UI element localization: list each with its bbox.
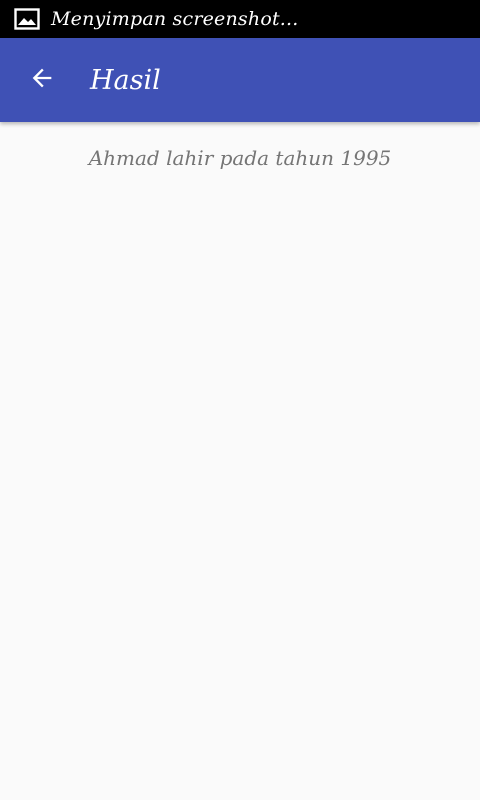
arrow-back-icon: [28, 64, 56, 96]
result-text: Ahmad lahir pada tahun 1995: [88, 146, 392, 170]
page-title: Hasil: [90, 64, 161, 96]
status-notification-text: Menyimpan screenshot...: [51, 8, 299, 30]
status-bar: Menyimpan screenshot...: [0, 0, 480, 38]
app-bar: Hasil: [0, 38, 480, 122]
main-content: Ahmad lahir pada tahun 1995: [0, 122, 480, 800]
image-icon: [14, 8, 40, 30]
back-button[interactable]: [14, 52, 70, 108]
